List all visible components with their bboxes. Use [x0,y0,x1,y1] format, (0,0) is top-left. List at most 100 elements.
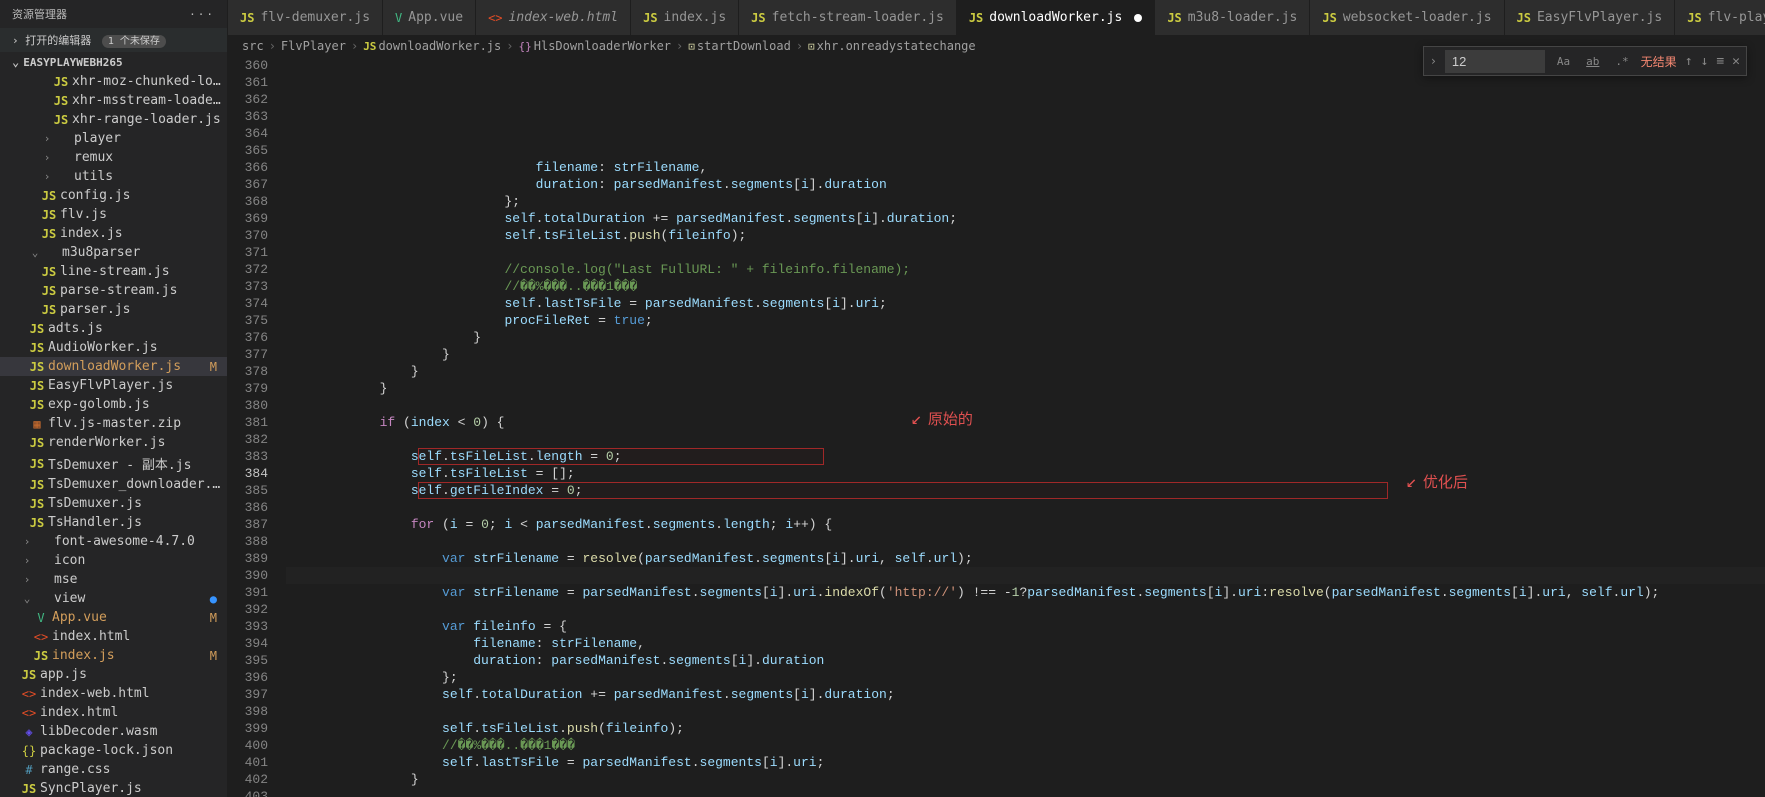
editor-tab[interactable]: JSindex.js [631,0,739,35]
code-line[interactable] [286,499,1765,516]
open-editors-header[interactable]: › 打开的编辑器 1 个未保存 [0,28,227,52]
file-item[interactable]: JSTsDemuxer.js [0,494,227,513]
file-item[interactable]: JSxhr-moz-chunked-loader.js [0,72,227,91]
code-line[interactable]: self.lastTsFile = parsedManifest.segment… [286,754,1765,771]
code-line[interactable]: //console.log("Last FullURL: " + fileinf… [286,261,1765,278]
file-item[interactable]: #range.css [0,760,227,779]
editor-tab[interactable]: VApp.vue [383,0,476,35]
code-area[interactable]: ↙ 原始的 ↙ 优化后 filename: strFilename, durat… [286,57,1765,797]
breadcrumb-item[interactable]: ⊡xhr.onreadystatechange [808,39,976,53]
file-item[interactable]: <>index-web.html [0,684,227,703]
find-case-icon[interactable]: Aa [1553,53,1574,70]
breadcrumb-item[interactable]: FlvPlayer [281,39,346,53]
file-item[interactable]: {}package-lock.json [0,741,227,760]
file-item[interactable]: JSTsDemuxer_downloader.js [0,475,227,494]
file-item[interactable]: JSxhr-range-loader.js [0,110,227,129]
file-item[interactable]: JSTsDemuxer - 副本.js [0,452,227,475]
code-line[interactable]: filename: strFilename, [286,635,1765,652]
code-line[interactable]: var fileinfo = { [286,618,1765,635]
code-line[interactable]: var strFilename = resolve(parsedManifest… [286,550,1765,567]
code-line[interactable]: } [286,329,1765,346]
code-line[interactable]: for (i = 0; i < parsedManifest.segments.… [286,516,1765,533]
code-line[interactable]: procFileRet = true; [286,312,1765,329]
code-line[interactable] [286,703,1765,720]
code-line[interactable]: } [286,346,1765,363]
code-line[interactable]: duration: parsedManifest.segments[i].dur… [286,176,1765,193]
code-line[interactable] [286,788,1765,797]
editor-tab[interactable]: JSwebsocket-loader.js [1310,0,1504,35]
file-item[interactable]: JSparse-stream.js [0,281,227,300]
code-line[interactable]: self.tsFileList.length = 0; [286,448,1765,465]
breadcrumb-item[interactable]: {}HlsDownloaderWorker [519,39,672,53]
file-item[interactable]: ▦flv.js-master.zip [0,414,227,433]
code-line[interactable]: self.getFileIndex = 0; [286,482,1765,499]
file-item[interactable]: JSTsHandler.js [0,513,227,532]
breadcrumb-item[interactable]: src [242,39,264,53]
folder-item[interactable]: ›player [0,129,227,148]
code-line[interactable]: if (index < 0) { [286,414,1765,431]
code-line[interactable]: self.totalDuration += parsedManifest.seg… [286,686,1765,703]
project-title[interactable]: EASYPLAYWEBH265 [0,52,227,72]
file-item[interactable]: JSSyncPlayer.js [0,779,227,797]
file-item[interactable]: JSAudioWorker.js [0,338,227,357]
file-item[interactable]: JSdownloadWorker.jsM [0,357,227,376]
folder-item[interactable]: ›mse [0,570,227,589]
editor-tab[interactable]: JSdownloadWorker.js [957,0,1156,35]
code-line[interactable] [286,567,1765,584]
file-item[interactable]: JSindex.jsM [0,646,227,665]
code-line[interactable]: } [286,363,1765,380]
code-line[interactable] [286,244,1765,261]
editor-tab[interactable]: JSflv-player.js [1675,0,1765,35]
find-next-icon[interactable]: ↓ [1701,54,1709,69]
code-line[interactable]: //��%���..���1��� [286,737,1765,754]
file-item[interactable]: JSconfig.js [0,186,227,205]
editor-tab[interactable]: JSEasyFlvPlayer.js [1505,0,1676,35]
file-item[interactable]: <>index.html [0,627,227,646]
code-line[interactable]: }; [286,193,1765,210]
file-item[interactable]: <>index.html [0,703,227,722]
find-toggle-icon[interactable]: › [1430,54,1437,68]
folder-item[interactable]: ›font-awesome-4.7.0 [0,532,227,551]
code-line[interactable] [286,397,1765,414]
file-item[interactable]: JSadts.js [0,319,227,338]
code-line[interactable]: filename: strFilename, [286,159,1765,176]
find-prev-icon[interactable]: ↑ [1685,54,1693,69]
file-item[interactable]: JSflv.js [0,205,227,224]
file-item[interactable]: JSparser.js [0,300,227,319]
find-input[interactable] [1445,50,1545,73]
find-regex-icon[interactable]: .* [1611,53,1632,70]
code-line[interactable]: self.lastTsFile = parsedManifest.segment… [286,295,1765,312]
code-line[interactable] [286,431,1765,448]
breadcrumb-item[interactable]: ⊡startDownload [688,39,791,53]
file-item[interactable]: JSapp.js [0,665,227,684]
code-line[interactable] [286,533,1765,550]
breadcrumb-item[interactable]: JSdownloadWorker.js [363,39,501,53]
find-close-icon[interactable]: ✕ [1732,54,1740,69]
file-item[interactable]: VApp.vueM [0,608,227,627]
folder-item[interactable]: ⌄view● [0,589,227,608]
code-line[interactable]: self.tsFileList = []; [286,465,1765,482]
code-line[interactable]: } [286,771,1765,788]
folder-item[interactable]: ›utils [0,167,227,186]
file-item[interactable]: JSindex.js [0,224,227,243]
code-line[interactable]: //��%���..���1��� [286,278,1765,295]
editor-tab[interactable]: JSfetch-stream-loader.js [739,0,957,35]
find-word-icon[interactable]: ab [1582,53,1603,70]
file-item[interactable]: ◈libDecoder.wasm [0,722,227,741]
code-line[interactable]: } [286,380,1765,397]
sidebar-more-icon[interactable]: ··· [189,8,215,21]
file-item[interactable]: JSEasyFlvPlayer.js [0,376,227,395]
editor-tab[interactable]: <>index-web.html [476,0,631,35]
find-selection-icon[interactable]: ≡ [1716,54,1724,69]
folder-item[interactable]: ⌄m3u8parser [0,243,227,262]
editor-tab[interactable]: JSm3u8-loader.js [1155,0,1310,35]
code-line[interactable]: self.totalDuration += parsedManifest.seg… [286,210,1765,227]
file-item[interactable]: JSrenderWorker.js [0,433,227,452]
code-line[interactable]: }; [286,669,1765,686]
code-line[interactable] [286,601,1765,618]
code-line[interactable]: duration: parsedManifest.segments[i].dur… [286,652,1765,669]
code-line[interactable]: self.tsFileList.push(fileinfo); [286,227,1765,244]
file-item[interactable]: JSline-stream.js [0,262,227,281]
code-line[interactable]: var strFilename = parsedManifest.segment… [286,584,1765,601]
folder-item[interactable]: ›remux [0,148,227,167]
